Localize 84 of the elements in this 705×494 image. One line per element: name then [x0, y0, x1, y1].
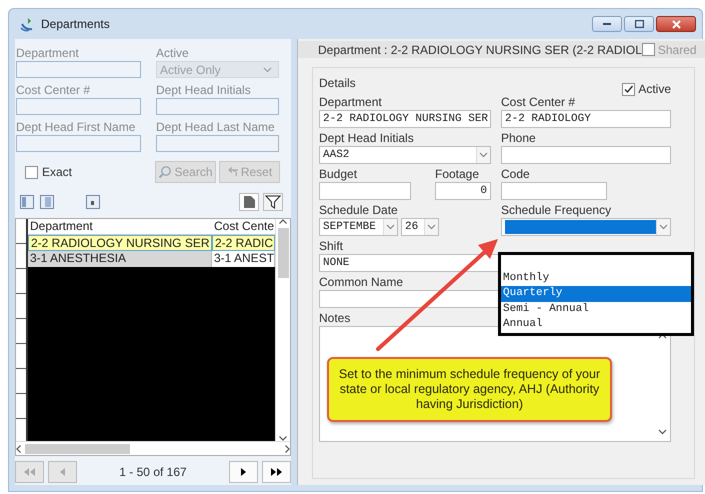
input-field[interactable] — [16, 61, 141, 78]
dropdown-option[interactable]: Quarterly — [501, 286, 691, 302]
page-counter: 1 - 50 of 167 — [118, 464, 188, 481]
close-button[interactable] — [656, 16, 696, 32]
input-field[interactable] — [319, 182, 411, 200]
triangle-icon — [241, 468, 246, 476]
field-label: Department — [16, 45, 80, 61]
month-select[interactable]: SEPTEMBE — [319, 218, 398, 236]
select-field[interactable]: AAS2 — [319, 146, 491, 164]
triangle-icon — [60, 468, 65, 476]
input-field[interactable] — [16, 135, 141, 152]
field-label: Dept Head Last Name — [156, 119, 276, 135]
day-select[interactable]: 26 — [401, 218, 439, 236]
double-triangle-icon — [24, 468, 35, 476]
vertical-scrollbar[interactable] — [275, 219, 290, 441]
group-title: Details — [319, 75, 356, 92]
last-page-button[interactable] — [262, 461, 291, 483]
undo-arrow-icon — [226, 167, 239, 177]
dropdown-option[interactable]: Monthly — [501, 270, 691, 286]
callout: Set to the minimum schedule frequency of your state or local regulatory agency, AHJ (Authority having Jurisdiction) — [327, 357, 612, 422]
table-cell[interactable]: 2-2 RADIC — [212, 235, 275, 251]
caret-icon[interactable] — [427, 224, 436, 230]
input-field[interactable] — [501, 182, 607, 200]
field-label: Notes — [319, 311, 350, 326]
form-view-icon[interactable] — [19, 194, 35, 210]
field-label: Cost Center # — [16, 82, 92, 98]
field-label: Department — [319, 95, 382, 110]
minimize-button[interactable] — [592, 16, 622, 32]
scroll-up-icon[interactable] — [658, 333, 666, 339]
record-title: Department : 2-2 RADIOLOGY NURSING SER (2-2 RADIOL — [318, 42, 642, 58]
field-label: Dept Head First Name — [16, 119, 136, 135]
input-field[interactable] — [16, 98, 141, 115]
next-page-button[interactable] — [229, 461, 258, 483]
input-field[interactable]: 2-2 RADIOLOGY NURSING SER — [319, 110, 491, 128]
field-label: Schedule Frequency — [501, 203, 612, 218]
input-field[interactable]: 2-2 RADIOLOGY — [501, 110, 671, 128]
checkbox-label: Exact — [42, 164, 72, 181]
caret-icon[interactable] — [659, 224, 668, 230]
page-icon[interactable] — [85, 194, 101, 210]
field-label: Shift — [319, 239, 344, 254]
field-label: Active — [156, 45, 190, 61]
select-field[interactable] — [501, 218, 671, 236]
field-label: Common Name — [319, 275, 404, 290]
table-cell[interactable]: 2-2 RADIOLOGY NURSING SER — [28, 235, 212, 251]
scroll-right-icon[interactable] — [285, 444, 290, 452]
close-icon[interactable] — [672, 20, 680, 28]
scroll-up-icon[interactable] — [279, 219, 287, 224]
horizontal-scrollbar[interactable] — [16, 441, 290, 455]
scroll-down-icon[interactable] — [279, 436, 287, 441]
field-label: Schedule Date — [319, 203, 398, 218]
input-field[interactable] — [501, 146, 671, 164]
caret-icon[interactable] — [386, 224, 395, 230]
document-icon[interactable] — [39, 194, 55, 210]
scroll-down-icon[interactable] — [658, 429, 666, 435]
dropdown-option[interactable]: Semi - Annual — [501, 302, 691, 317]
app-icon — [19, 16, 35, 32]
document-icon[interactable] — [239, 193, 259, 211]
checkbox[interactable] — [642, 43, 655, 56]
maximize-button[interactable] — [624, 16, 654, 32]
dropdown-option[interactable]: Annual — [501, 317, 691, 332]
double-triangle-icon — [271, 468, 282, 476]
window-title: Departments — [41, 16, 110, 33]
field-label: Code — [501, 167, 530, 182]
scrollbar-thumb[interactable] — [25, 444, 130, 454]
scroll-left-icon[interactable] — [16, 444, 21, 452]
field-label: Phone — [501, 131, 536, 146]
maximize-icon[interactable] — [634, 20, 644, 28]
table-cell[interactable]: 3-1 ANESTHESIA — [28, 251, 212, 267]
input-field[interactable] — [156, 135, 279, 152]
caret-icon[interactable] — [479, 152, 488, 158]
field-label: Dept Head Initials — [156, 82, 252, 98]
checkbox[interactable] — [25, 166, 38, 178]
filter-icon[interactable] — [263, 193, 283, 211]
scrollbar-thumb[interactable] — [278, 228, 288, 278]
field-label: Footage — [435, 167, 480, 182]
field-label: Budget — [319, 167, 358, 182]
input-field[interactable] — [156, 98, 279, 115]
search-icon — [158, 165, 172, 179]
checkbox-label: Shared — [658, 42, 697, 58]
field-label: Cost Center # — [501, 95, 576, 110]
checkbox[interactable] — [622, 82, 636, 96]
field-label: Dept Head Initials — [319, 131, 414, 146]
checkbox-label: Active — [638, 81, 671, 98]
input-field[interactable]: 0 — [435, 182, 491, 200]
